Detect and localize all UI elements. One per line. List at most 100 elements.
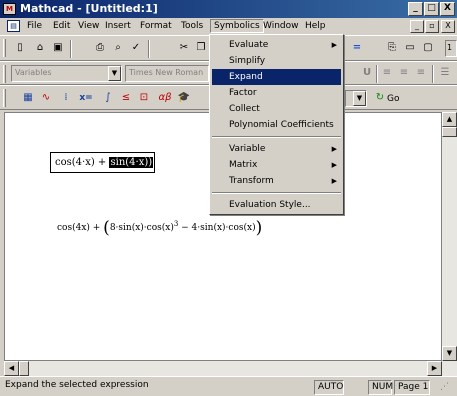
close-paren: ) xyxy=(255,218,263,238)
menu-help[interactable]: Help xyxy=(305,21,326,31)
new-icon[interactable]: ▯ xyxy=(12,40,28,56)
go-label[interactable]: Go xyxy=(387,94,399,104)
scroll-left-icon[interactable]: ◀ xyxy=(4,361,19,376)
status-mode: AUTO xyxy=(314,380,344,395)
menu-format[interactable]: Format xyxy=(140,21,172,31)
style-combo-value: Variables xyxy=(15,68,52,77)
style-combo[interactable]: Variables ▼ xyxy=(11,65,122,82)
align-right-icon[interactable]: ≡ xyxy=(413,65,429,81)
align-left-icon[interactable]: ≡ xyxy=(379,65,395,81)
spell-check-icon[interactable]: ✓ xyxy=(128,40,144,56)
component-icon[interactable]: ▭ xyxy=(402,40,418,56)
menu-item-simplify[interactable]: Simplify xyxy=(212,53,341,69)
menu-symbolics[interactable]: Symbolics xyxy=(210,19,264,33)
menu-item-collect[interactable]: Collect xyxy=(212,101,341,117)
doc-close-button[interactable]: X xyxy=(441,20,455,33)
print-icon[interactable]: ⎙ xyxy=(92,40,108,56)
expression-selection[interactable]: sin(4·x)) xyxy=(109,157,154,168)
scroll-down-icon[interactable]: ▼ xyxy=(442,346,457,361)
scroll-right-icon[interactable]: ▶ xyxy=(427,361,442,376)
close-button[interactable]: X xyxy=(440,2,455,16)
submenu-arrow-icon: ▶ xyxy=(331,161,337,169)
horizontal-scroll-thumb[interactable] xyxy=(19,361,29,376)
toolbar-grip[interactable] xyxy=(3,65,6,83)
go-arrow-icon[interactable]: ↻ xyxy=(372,90,388,106)
math-region-result[interactable]: cos(4x) + (8·sin(x)·cos(x)3 − 4·sin(x)·c… xyxy=(57,218,262,238)
toolbar-separator xyxy=(376,65,378,83)
menu-item-variable[interactable]: Variable ▶ xyxy=(212,141,341,157)
open-icon[interactable]: ⌂ xyxy=(32,40,48,56)
programming-icon[interactable]: ⊡ xyxy=(136,90,152,106)
open-paren: ( xyxy=(103,218,110,238)
expression-unselected: cos(4·x) + xyxy=(55,157,110,168)
menu-item-expand[interactable]: Expand xyxy=(212,69,341,85)
toolbar-separator xyxy=(70,40,72,58)
mathcad-app-icon[interactable]: M xyxy=(3,3,16,15)
menu-item-transform[interactable]: Transform ▶ xyxy=(212,173,341,189)
boolean-icon[interactable]: ≤ xyxy=(118,90,134,106)
calculator-icon[interactable]: ▦ xyxy=(20,90,36,106)
toolbar-grip[interactable] xyxy=(3,89,6,107)
zoom-combo[interactable]: 1 xyxy=(445,40,457,57)
font-combo-value: Times New Roman xyxy=(129,68,204,77)
chevron-down-icon[interactable]: ▼ xyxy=(108,66,121,81)
menu-insert[interactable]: Insert xyxy=(105,21,131,31)
result-part1: cos(4x) + xyxy=(57,223,104,233)
menu-item-polynomial-coefficients[interactable]: Polynomial Coefficients xyxy=(212,117,341,133)
menu-file[interactable]: File xyxy=(27,21,42,31)
horizontal-scrollbar[interactable]: ◀ ▶ xyxy=(4,361,442,376)
print-preview-icon[interactable]: ⌕ xyxy=(110,40,126,56)
toolbar-separator xyxy=(148,40,150,58)
menu-item-factor[interactable]: Factor xyxy=(212,85,341,101)
resource-icon[interactable]: ⎘ xyxy=(384,40,400,56)
submenu-arrow-icon: ▶ xyxy=(331,41,337,49)
menu-separator xyxy=(212,192,341,194)
go-combo[interactable]: ▼ xyxy=(345,90,367,107)
math-region-input[interactable]: cos(4·x) + sin(4·x)) xyxy=(50,152,155,173)
symbolics-menu: Evaluate ▶ Simplify Expand Factor Collect… xyxy=(209,34,344,215)
status-num: NUM xyxy=(368,380,393,395)
graph-icon[interactable]: ∿ xyxy=(38,90,54,106)
menu-item-evaluate[interactable]: Evaluate ▶ xyxy=(212,37,341,53)
scroll-up-icon[interactable]: ▲ xyxy=(442,112,457,127)
greek-icon[interactable]: αβ xyxy=(157,90,173,106)
vertical-scroll-thumb[interactable] xyxy=(442,127,457,137)
window-title: Mathcad - [Untitled:1] xyxy=(20,2,158,15)
underline-icon[interactable]: U xyxy=(359,65,375,81)
status-message: Expand the selected expression xyxy=(5,380,149,390)
menu-window[interactable]: Window xyxy=(263,21,299,31)
equals-icon[interactable]: = xyxy=(349,40,365,56)
evaluation-icon[interactable]: x= xyxy=(78,90,94,106)
menu-separator xyxy=(212,136,341,138)
menu-item-evaluation-style[interactable]: Evaluation Style... xyxy=(212,197,341,213)
align-center-icon[interactable]: ≡ xyxy=(396,65,412,81)
status-bar: Expand the selected expression AUTO NUM … xyxy=(0,376,457,396)
toolbar-grip[interactable] xyxy=(3,39,6,57)
doc-restore-button[interactable]: ▫ xyxy=(425,20,439,33)
copy-icon[interactable]: ❐ xyxy=(193,40,209,56)
cut-icon[interactable]: ✂ xyxy=(176,40,192,56)
bullets-icon[interactable]: ☰ xyxy=(437,65,453,81)
doc-minimize-button[interactable]: _ xyxy=(410,20,424,33)
menu-item-matrix[interactable]: Matrix ▶ xyxy=(212,157,341,173)
matrix-icon[interactable]: ⁞ xyxy=(58,90,74,106)
chevron-down-icon[interactable]: ▼ xyxy=(353,91,366,106)
menu-bar: ▤ File Edit View Insert Format Tools Sym… xyxy=(0,18,457,35)
resize-grip-icon[interactable]: ⋰ xyxy=(440,382,449,392)
window-icon[interactable]: ▢ xyxy=(420,40,436,56)
minimize-button[interactable]: _ xyxy=(408,2,423,16)
status-page: Page 1 xyxy=(394,380,430,395)
document-icon[interactable]: ▤ xyxy=(7,20,20,32)
symbolic-icon[interactable]: 🎓 xyxy=(176,90,192,106)
menu-view[interactable]: View xyxy=(78,21,99,31)
menu-tools[interactable]: Tools xyxy=(181,21,203,31)
menu-edit[interactable]: Edit xyxy=(53,21,70,31)
vertical-scrollbar[interactable]: ▲ ▼ xyxy=(442,112,457,376)
calculus-icon[interactable]: ∫ xyxy=(100,90,116,106)
maximize-button[interactable]: □ xyxy=(424,2,439,16)
submenu-arrow-icon: ▶ xyxy=(331,177,337,185)
font-combo[interactable]: Times New Roman xyxy=(125,65,209,82)
result-part2: 8·sin(x)·cos(x) xyxy=(109,223,174,233)
result-part3: − 4·sin(x)·cos(x) xyxy=(178,223,256,233)
save-icon[interactable]: ▣ xyxy=(50,40,66,56)
